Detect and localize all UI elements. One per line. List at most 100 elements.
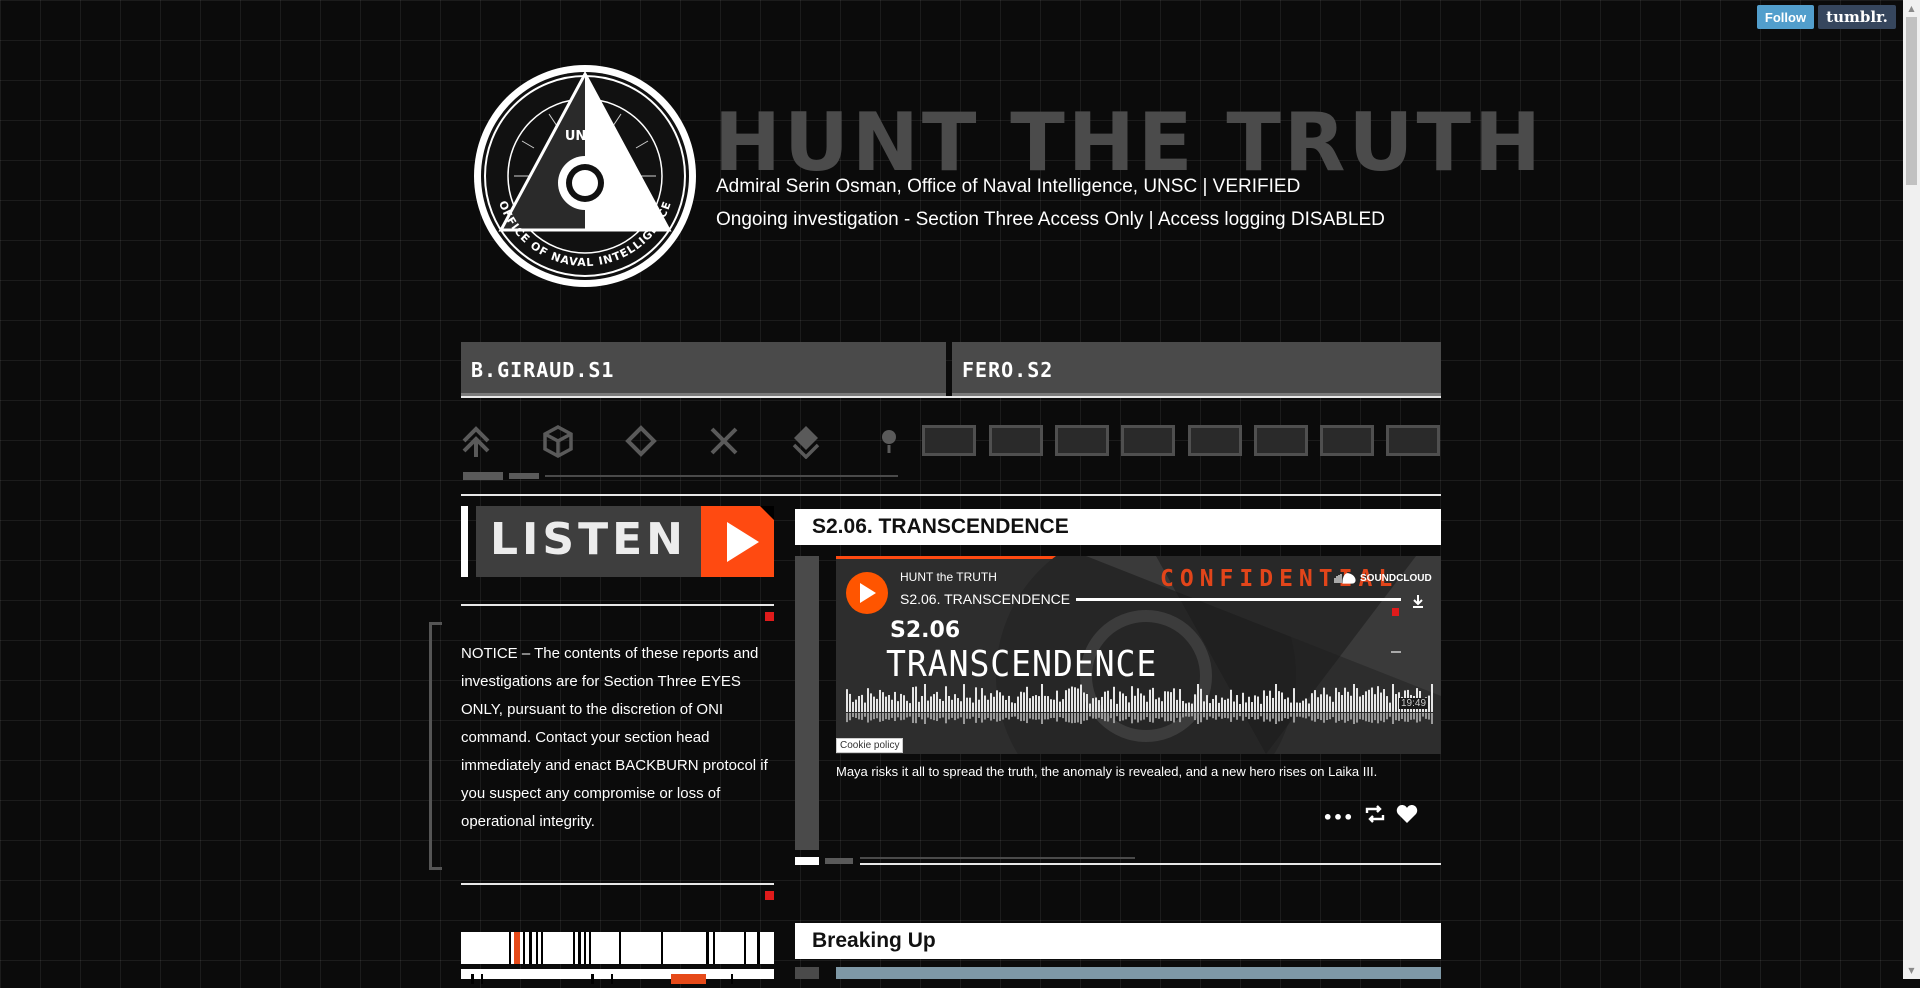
soundcloud-player[interactable]: CONFIDENTIAL S2.06 TRANSCENDENCE HUNT th… <box>836 556 1441 754</box>
waveform-reflection <box>1296 713 1298 717</box>
waveform-bar <box>996 690 998 712</box>
play-button[interactable] <box>846 572 888 614</box>
waveform-reflection <box>1215 713 1217 720</box>
cookie-policy-link[interactable]: Cookie policy <box>836 738 904 753</box>
post-title[interactable]: Breaking Up <box>795 923 1441 959</box>
waveform-reflection <box>987 713 989 718</box>
progress-bar[interactable] <box>1076 598 1401 601</box>
waveform-reflection <box>1311 713 1313 721</box>
waveform-reflection <box>1008 713 1010 720</box>
waveform-bar <box>945 686 947 712</box>
layers-icon[interactable] <box>788 423 824 460</box>
waveform-bar <box>1188 702 1190 712</box>
waveform-reflection <box>1404 713 1406 722</box>
waveform-reflection <box>1347 713 1349 722</box>
post-image[interactable] <box>836 967 1441 979</box>
waveform-bar <box>1104 691 1106 712</box>
waveform-reflection <box>1032 713 1034 720</box>
x-icon[interactable] <box>706 423 742 459</box>
waveform-reflection <box>873 713 875 720</box>
waveform-reflection <box>1323 713 1325 723</box>
waveform-bar <box>1386 696 1388 712</box>
waveform-bar <box>1059 701 1061 712</box>
nav-box[interactable] <box>1254 425 1308 456</box>
tumblr-logo[interactable]: tumblr. <box>1818 5 1896 29</box>
waveform-bar <box>855 699 857 712</box>
waveform-reflection <box>1026 713 1028 724</box>
dot-icon[interactable] <box>871 423 907 459</box>
nav-box[interactable] <box>989 425 1043 456</box>
waveform-bar <box>1089 703 1091 712</box>
soundcloud-brand-text: SOUNDCLOUD <box>1360 572 1432 584</box>
nav-box[interactable] <box>1386 425 1440 456</box>
waveform-reflection <box>867 713 869 723</box>
like-heart-icon[interactable] <box>1396 804 1418 824</box>
waveform-reflection <box>1383 713 1385 723</box>
waveform-reflection <box>1227 713 1229 719</box>
post-title[interactable]: S2.06. TRANSCENDENCE <box>795 509 1441 545</box>
waveform-bar <box>924 684 926 712</box>
nav-box[interactable] <box>1188 425 1242 456</box>
waveform-reflection <box>1305 713 1307 719</box>
diamond-icon[interactable] <box>623 423 659 459</box>
waveform-reflection <box>1413 713 1415 720</box>
scroll-down-arrow-icon[interactable]: ▼ <box>1903 962 1920 979</box>
waveform-reflection <box>1392 713 1394 724</box>
subtitle-line-1: Admiral Serin Osman, Office of Naval Int… <box>716 176 1301 197</box>
waveform-bar <box>918 701 920 712</box>
track-title[interactable]: S2.06. TRANSCENDENCE <box>900 591 1070 607</box>
waveform-reflection <box>1257 713 1259 720</box>
follow-button[interactable]: Follow <box>1757 5 1814 29</box>
waveform-reflection <box>1107 713 1109 722</box>
waveform-reflection <box>1344 713 1346 723</box>
waveform-reflection <box>1182 713 1184 718</box>
waveform-reflection <box>1176 713 1178 718</box>
tab-season-2[interactable]: FERO.S2 <box>952 342 1441 396</box>
waveform-bar <box>939 698 941 712</box>
waveform-reflection <box>1380 713 1382 721</box>
art-dash <box>1391 651 1401 653</box>
nav-box[interactable] <box>1055 425 1109 456</box>
waveform-bar <box>1272 697 1274 712</box>
nav-bar-marker <box>509 473 539 479</box>
waveform-bar <box>1146 701 1148 712</box>
waveform-reflection <box>1158 713 1160 719</box>
waveform-reflection <box>849 713 851 721</box>
waveform-reflection <box>1245 713 1247 717</box>
waveform-reflection <box>972 713 974 717</box>
reblog-icon[interactable] <box>1364 804 1386 824</box>
nav-box[interactable] <box>1121 425 1175 456</box>
listen-label: LISTEN <box>490 514 687 565</box>
waveform-bar <box>1056 690 1058 712</box>
post-footer-line <box>860 857 1135 859</box>
waveform-bar <box>1314 690 1316 712</box>
waveform-bar <box>954 694 956 712</box>
cube-icon[interactable] <box>540 423 576 459</box>
chevrons-up-icon[interactable] <box>458 423 494 459</box>
nav-box[interactable] <box>1320 425 1374 456</box>
waveform-bar <box>948 695 950 712</box>
waveform-bar <box>852 701 854 712</box>
waveform[interactable] <box>846 684 1434 724</box>
scroll-up-arrow-icon[interactable]: ▲ <box>1903 0 1920 17</box>
more-options-icon[interactable]: ••• <box>1323 807 1354 827</box>
waveform-reflection <box>1260 713 1262 717</box>
nav-box[interactable] <box>922 425 976 456</box>
waveform-reflection <box>1401 713 1403 720</box>
waveform-bar <box>1323 687 1325 712</box>
waveform-bar <box>1194 694 1196 712</box>
waveform-reflection <box>1185 713 1187 717</box>
scrollbar-thumb[interactable] <box>1906 17 1917 185</box>
waveform-bar <box>1389 702 1391 712</box>
soundcloud-logo[interactable]: SOUNDCLOUD <box>1334 572 1432 584</box>
waveform-bar <box>1092 698 1094 712</box>
track-artist[interactable]: HUNT the TRUTH <box>900 570 997 584</box>
waveform-bar <box>1350 695 1352 712</box>
waveform-bar <box>1320 694 1322 712</box>
waveform-reflection <box>1146 713 1148 718</box>
waveform-bar <box>858 696 860 712</box>
tab-season-1[interactable]: B.GIRAUD.S1 <box>461 342 946 396</box>
waveform-reflection <box>951 713 953 718</box>
waveform-bar <box>1200 688 1202 712</box>
download-icon[interactable] <box>1412 594 1424 608</box>
